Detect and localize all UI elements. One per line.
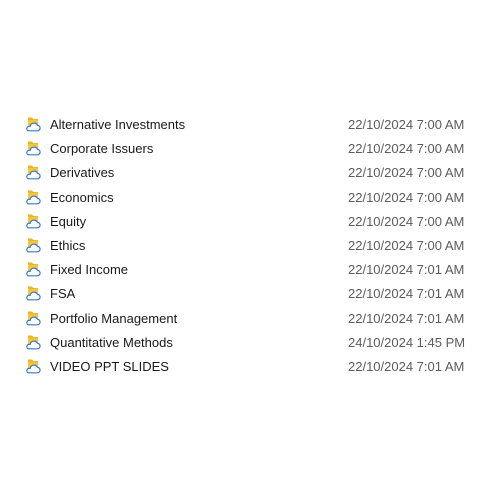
- file-modified-date: 22/10/2024 7:00 AM: [348, 141, 465, 157]
- file-modified-date: 24/10/2024 1:45 PM: [348, 334, 466, 350]
- file-name: Corporate Issuers: [50, 141, 154, 157]
- file-modified-date: 22/10/2024 7:01 AM: [348, 310, 465, 326]
- file-row-ethics[interactable]: Ethics 22/10/2024 7:00 AM: [0, 234, 500, 258]
- file-row-video-ppt-slides[interactable]: VIDEO PPT SLIDES 22/10/2024 7:01 AM: [0, 355, 500, 379]
- onedrive-folder-icon: [24, 237, 42, 254]
- file-name: Ethics: [50, 237, 86, 253]
- file-row-corporate-issuers[interactable]: Corporate Issuers 22/10/2024 7:00 AM: [0, 137, 500, 161]
- file-name: FSA: [50, 286, 76, 302]
- file-row-quantitative-methods[interactable]: Quantitative Methods 24/10/2024 1:45 PM: [0, 331, 500, 355]
- file-modified-date: 22/10/2024 7:00 AM: [348, 213, 465, 229]
- file-modified-date: 22/10/2024 7:00 AM: [348, 189, 465, 205]
- onedrive-folder-icon: [24, 334, 42, 351]
- file-row-derivatives[interactable]: Derivatives 22/10/2024 7:00 AM: [0, 161, 500, 185]
- file-row-fixed-income[interactable]: Fixed Income 22/10/2024 7:01 AM: [0, 258, 500, 282]
- file-row-alternative-investments[interactable]: Alternative Investments 22/10/2024 7:00 …: [0, 113, 500, 137]
- file-modified-date: 22/10/2024 7:01 AM: [348, 262, 465, 278]
- onedrive-folder-icon: [24, 116, 42, 133]
- file-name: Portfolio Management: [50, 310, 178, 326]
- file-row-economics[interactable]: Economics 22/10/2024 7:00 AM: [0, 186, 500, 210]
- file-row-equity[interactable]: Equity 22/10/2024 7:00 AM: [0, 210, 500, 234]
- onedrive-folder-icon: [24, 285, 42, 302]
- file-row-fsa[interactable]: FSA 22/10/2024 7:01 AM: [0, 282, 500, 306]
- file-modified-date: 22/10/2024 7:00 AM: [348, 165, 465, 181]
- file-modified-date: 22/10/2024 7:01 AM: [348, 358, 465, 374]
- file-name: Derivatives: [50, 165, 115, 181]
- onedrive-folder-icon: [24, 189, 42, 206]
- file-name: VIDEO PPT SLIDES: [50, 358, 169, 374]
- file-modified-date: 22/10/2024 7:00 AM: [348, 237, 465, 253]
- onedrive-folder-icon: [24, 140, 42, 157]
- onedrive-folder-icon: [24, 164, 42, 181]
- file-modified-date: 22/10/2024 7:00 AM: [348, 117, 465, 132]
- file-name: Alternative Investments: [50, 117, 186, 132]
- file-name: Equity: [50, 213, 87, 229]
- file-list: Alternative Investments 22/10/2024 7:00 …: [0, 113, 500, 379]
- file-name: Quantitative Methods: [50, 334, 173, 350]
- onedrive-folder-icon: [24, 261, 42, 278]
- onedrive-folder-icon: [24, 310, 42, 327]
- file-name: Economics: [50, 189, 114, 205]
- file-modified-date: 22/10/2024 7:01 AM: [348, 286, 465, 302]
- onedrive-folder-icon: [24, 358, 42, 375]
- onedrive-folder-icon: [24, 213, 42, 230]
- file-row-portfolio-management[interactable]: Portfolio Management 22/10/2024 7:01 AM: [0, 307, 500, 331]
- file-name: Fixed Income: [50, 262, 129, 278]
